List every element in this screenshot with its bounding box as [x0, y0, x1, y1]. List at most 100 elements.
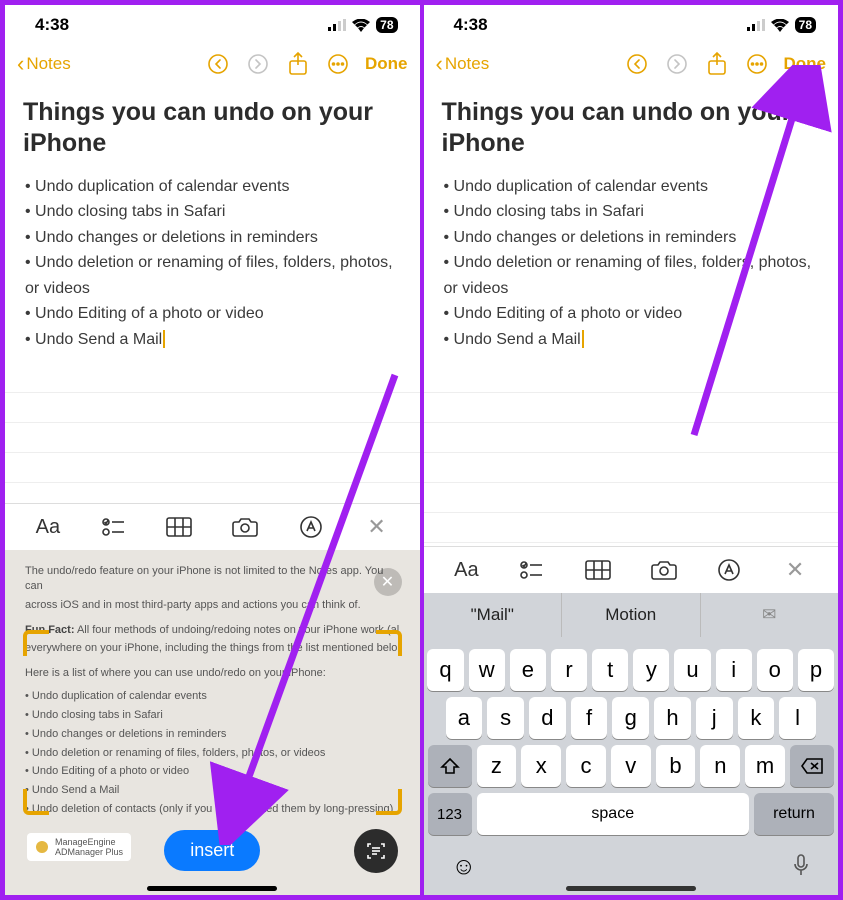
note-bullet[interactable]: • Undo deletion or renaming of files, fo…: [442, 250, 821, 301]
share-button[interactable]: [281, 47, 315, 81]
wifi-icon: [771, 19, 789, 32]
text-cursor: [163, 330, 165, 348]
insert-button[interactable]: insert: [164, 830, 260, 871]
key-w[interactable]: w: [469, 649, 505, 691]
close-scan-button[interactable]: ✕: [374, 568, 402, 596]
close-format-button[interactable]: ✕: [359, 512, 395, 542]
note-title[interactable]: Things you can undo on your iPhone: [23, 97, 402, 160]
share-button[interactable]: [700, 47, 734, 81]
key-z[interactable]: z: [477, 745, 517, 787]
note-title[interactable]: Things you can undo on your iPhone: [442, 97, 821, 160]
empty-lines-area[interactable]: [5, 363, 420, 503]
checklist-button[interactable]: [514, 555, 550, 585]
camera-button[interactable]: [227, 512, 263, 542]
status-icons: 78: [747, 17, 816, 33]
undo-button[interactable]: [201, 47, 235, 81]
close-format-button[interactable]: ✕: [777, 555, 813, 585]
suggestion-emoji[interactable]: ✉: [701, 593, 839, 637]
key-x[interactable]: x: [521, 745, 561, 787]
dictation-button[interactable]: [792, 853, 810, 881]
note-content[interactable]: Things you can undo on your iPhone • Und…: [424, 89, 839, 361]
key-space[interactable]: space: [477, 793, 750, 835]
suggestion[interactable]: "Mail": [424, 593, 563, 637]
home-indicator[interactable]: [147, 886, 277, 891]
status-bar: 4:38 78: [5, 5, 420, 39]
format-toolbar: Aa ✕: [5, 503, 420, 550]
key-c[interactable]: c: [566, 745, 606, 787]
clock: 4:38: [35, 15, 69, 35]
key-d[interactable]: d: [529, 697, 566, 739]
note-bullet[interactable]: • Undo Send a Mail: [23, 327, 402, 353]
key-j[interactable]: j: [696, 697, 733, 739]
more-button[interactable]: [321, 47, 355, 81]
note-bullet[interactable]: • Undo duplication of calendar events: [23, 174, 402, 200]
text-format-button[interactable]: Aa: [30, 512, 66, 542]
key-return[interactable]: return: [754, 793, 834, 835]
key-l[interactable]: l: [779, 697, 816, 739]
key-shift[interactable]: [428, 745, 472, 787]
checklist-button[interactable]: [96, 512, 132, 542]
key-u[interactable]: u: [674, 649, 710, 691]
ad-banner: ManageEngineADManager Plus: [27, 833, 131, 861]
empty-lines-area[interactable]: [424, 363, 839, 546]
key-k[interactable]: k: [738, 697, 775, 739]
key-i[interactable]: i: [716, 649, 752, 691]
home-indicator[interactable]: [566, 886, 696, 891]
key-y[interactable]: y: [633, 649, 669, 691]
camera-button[interactable]: [646, 555, 682, 585]
note-content[interactable]: Things you can undo on your iPhone • Und…: [5, 89, 420, 361]
note-bullet[interactable]: • Undo changes or deletions in reminders: [442, 225, 821, 251]
text-format-button[interactable]: Aa: [448, 555, 484, 585]
done-button[interactable]: Done: [784, 54, 827, 74]
status-icons: 78: [328, 17, 397, 33]
table-button[interactable]: [580, 555, 616, 585]
scanned-text-preview: The undo/redo feature on your iPhone is …: [25, 564, 400, 817]
note-bullet[interactable]: • Undo deletion or renaming of files, fo…: [23, 250, 402, 301]
back-button[interactable]: ‹ Notes: [17, 51, 71, 77]
note-bullet[interactable]: • Undo closing tabs in Safari: [442, 199, 821, 225]
key-s[interactable]: s: [487, 697, 524, 739]
more-button[interactable]: [740, 47, 774, 81]
key-m[interactable]: m: [745, 745, 785, 787]
key-t[interactable]: t: [592, 649, 628, 691]
key-p[interactable]: p: [798, 649, 834, 691]
key-a[interactable]: a: [446, 697, 483, 739]
live-text-button[interactable]: [354, 829, 398, 873]
markup-button[interactable]: [293, 512, 329, 542]
battery-indicator: 78: [795, 17, 816, 33]
key-f[interactable]: f: [571, 697, 608, 739]
key-h[interactable]: h: [654, 697, 691, 739]
cellular-icon: [328, 19, 346, 31]
key-b[interactable]: b: [656, 745, 696, 787]
key-n[interactable]: n: [700, 745, 740, 787]
table-button[interactable]: [161, 512, 197, 542]
key-o[interactable]: o: [757, 649, 793, 691]
back-label: Notes: [26, 54, 70, 74]
redo-button[interactable]: [241, 47, 275, 81]
note-bullet[interactable]: • Undo closing tabs in Safari: [23, 199, 402, 225]
emoji-button[interactable]: ☺: [452, 853, 477, 881]
markup-button[interactable]: [711, 555, 747, 585]
redo-button[interactable]: [660, 47, 694, 81]
keyboard: q w e r t y u i o p a s d f g h j k l z: [424, 637, 839, 847]
keyboard-bottom-row: ☺: [424, 847, 839, 895]
key-v[interactable]: v: [611, 745, 651, 787]
key-delete[interactable]: [790, 745, 834, 787]
suggestion[interactable]: Motion: [562, 593, 701, 637]
note-bullet[interactable]: • Undo Editing of a photo or video: [23, 301, 402, 327]
key-q[interactable]: q: [427, 649, 463, 691]
battery-indicator: 78: [376, 17, 397, 33]
note-bullet[interactable]: • Undo duplication of calendar events: [442, 174, 821, 200]
done-button[interactable]: Done: [365, 54, 408, 74]
note-bullet[interactable]: • Undo Send a Mail: [442, 327, 821, 353]
key-numbers[interactable]: 123: [428, 793, 472, 835]
back-label: Notes: [445, 54, 489, 74]
key-e[interactable]: e: [510, 649, 546, 691]
key-g[interactable]: g: [612, 697, 649, 739]
note-bullet[interactable]: • Undo Editing of a photo or video: [442, 301, 821, 327]
chevron-left-icon: ‹: [17, 51, 24, 77]
note-bullet[interactable]: • Undo changes or deletions in reminders: [23, 225, 402, 251]
key-r[interactable]: r: [551, 649, 587, 691]
back-button[interactable]: ‹ Notes: [436, 51, 490, 77]
undo-button[interactable]: [620, 47, 654, 81]
